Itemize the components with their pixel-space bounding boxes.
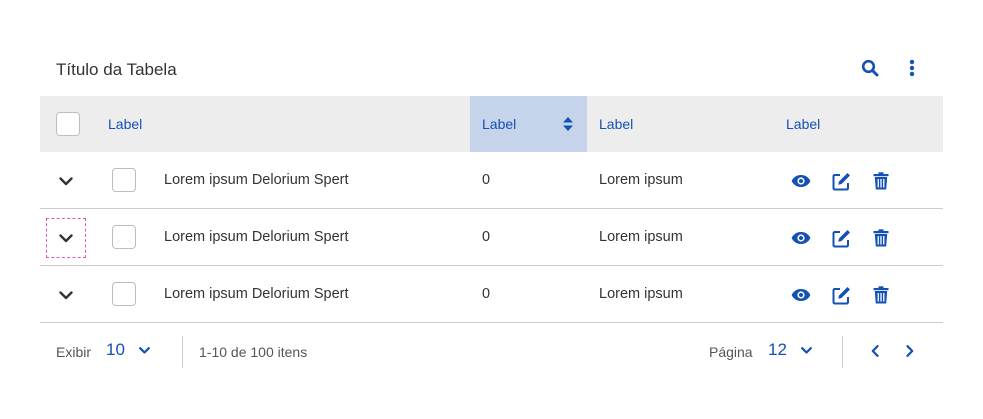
row-actions	[790, 227, 892, 249]
cell-name: Lorem ipsum Delorium Spert	[164, 286, 349, 302]
row-select-checkbox[interactable]	[112, 168, 136, 192]
row-select-checkbox[interactable]	[112, 282, 136, 306]
cell-text: Lorem ipsum	[599, 229, 683, 245]
column-header-2-sorted[interactable]: Label	[470, 96, 587, 152]
data-table-card: Título da Tabela Label Label Label Label…	[40, 40, 943, 381]
column-header-label: Label	[108, 116, 143, 132]
table-header-row: Label Label Label Label	[40, 96, 943, 152]
column-header-label: Label	[786, 116, 821, 132]
edit-button[interactable]	[830, 227, 852, 249]
page-number-value: 12	[768, 340, 787, 359]
eye-icon	[791, 289, 811, 301]
more-options-button[interactable]	[901, 57, 923, 79]
view-button[interactable]	[790, 227, 812, 249]
column-header-label: Label	[482, 116, 517, 132]
trash-icon	[873, 229, 889, 247]
edit-button[interactable]	[830, 170, 852, 192]
column-header-label: Label	[599, 116, 634, 132]
search-icon	[861, 59, 879, 77]
expand-row-button[interactable]	[46, 161, 86, 201]
page-size-select[interactable]: 10	[106, 340, 150, 360]
column-header-4[interactable]: Label	[786, 96, 820, 152]
row-actions	[790, 284, 892, 306]
chevron-down-icon	[59, 233, 73, 242]
cell-text: Lorem ipsum	[599, 172, 683, 188]
chevron-down-icon	[801, 346, 812, 354]
sort-icon	[563, 117, 573, 131]
chevron-down-icon	[139, 346, 150, 354]
table-title: Título da Tabela	[56, 60, 177, 79]
more-vertical-icon	[909, 59, 915, 77]
eye-icon	[791, 232, 811, 244]
cell-name: Lorem ipsum Delorium Spert	[164, 172, 349, 188]
trash-icon	[873, 286, 889, 304]
items-range-text: 1-10 de 100 itens	[199, 344, 308, 360]
edit-icon	[832, 172, 850, 190]
footer-divider	[182, 336, 183, 368]
cell-name: Lorem ipsum Delorium Spert	[164, 229, 349, 245]
trash-icon	[873, 172, 889, 190]
edit-button[interactable]	[830, 284, 852, 306]
cell-value: 0	[482, 286, 491, 302]
select-all-checkbox[interactable]	[56, 112, 80, 136]
page-number-select[interactable]: 12	[768, 340, 812, 360]
view-button[interactable]	[790, 170, 812, 192]
edit-icon	[832, 286, 850, 304]
delete-button[interactable]	[870, 284, 892, 306]
expand-row-button[interactable]	[46, 275, 86, 315]
chevron-right-icon	[906, 345, 914, 357]
column-header-1[interactable]: Label	[108, 96, 142, 152]
next-page-button[interactable]	[899, 340, 921, 362]
chevron-left-icon	[871, 345, 879, 357]
page-size-value: 10	[106, 340, 125, 359]
delete-button[interactable]	[870, 170, 892, 192]
expand-row-button-focused[interactable]	[46, 218, 86, 258]
chevron-down-icon	[59, 176, 73, 185]
eye-icon	[791, 175, 811, 187]
cell-value: 0	[482, 229, 491, 245]
table-row: Lorem ipsum Delorium Spert 0 Lorem ipsum	[40, 266, 943, 323]
row-select-checkbox[interactable]	[112, 225, 136, 249]
cell-value: 0	[482, 172, 491, 188]
cell-text: Lorem ipsum	[599, 286, 683, 302]
footer-divider	[842, 336, 843, 368]
table-row: Lorem ipsum Delorium Spert 0 Lorem ipsum	[40, 152, 943, 209]
view-button[interactable]	[790, 284, 812, 306]
table-row: Lorem ipsum Delorium Spert 0 Lorem ipsum	[40, 209, 943, 266]
row-actions	[790, 170, 892, 192]
table-title-bar: Título da Tabela	[40, 40, 943, 96]
page-size-label: Exibir	[56, 344, 92, 360]
chevron-down-icon	[59, 290, 73, 299]
edit-icon	[832, 229, 850, 247]
table-footer: Exibir 10 1-10 de 100 itens Página 12	[40, 323, 943, 381]
previous-page-button[interactable]	[864, 340, 886, 362]
search-button[interactable]	[859, 57, 881, 79]
page-label: Página	[709, 344, 753, 360]
column-header-3[interactable]: Label	[599, 96, 633, 152]
delete-button[interactable]	[870, 227, 892, 249]
table-toolbar	[859, 57, 923, 79]
